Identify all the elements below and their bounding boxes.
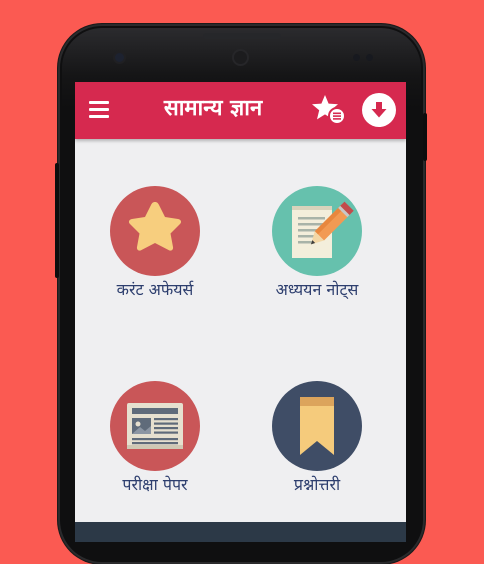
app-bar: सामान्य ज्ञान [75, 82, 406, 139]
tile-label: प्रश्नोत्तरी [293, 475, 341, 494]
tile-exam-paper[interactable]: परीक्षा पेपर [85, 381, 225, 495]
app-title: सामान्य ज्ञान [163, 95, 263, 121]
newspaper-icon [110, 381, 200, 471]
hamburger-menu-icon[interactable] [89, 101, 109, 119]
bookmark-icon [272, 381, 362, 471]
light-sensor [353, 54, 360, 61]
phone-side-button-right [423, 113, 427, 161]
tile-current-affairs[interactable]: करंट अफेयर्स [85, 186, 225, 300]
star-icon [110, 186, 200, 276]
light-sensor-secondary [366, 54, 373, 61]
tile-label: करंट अफेयर्स [116, 280, 194, 299]
bottom-banner [75, 522, 406, 542]
earpiece-speaker [203, 33, 281, 39]
proximity-sensor [234, 51, 247, 64]
tile-study-notes[interactable]: अध्ययन नोट्स [247, 186, 387, 300]
star-list-icon[interactable] [311, 93, 347, 127]
notepad-pencil-icon [272, 186, 362, 276]
download-arrow-icon[interactable] [362, 93, 396, 127]
tile-quiz[interactable]: प्रश्नोत्तरी [247, 381, 387, 495]
front-camera-icon [115, 53, 124, 62]
tile-label: परीक्षा पेपर [122, 475, 188, 494]
tile-label: अध्ययन नोट्स [275, 280, 359, 299]
app-screen: सामान्य ज्ञान करंट अफेयर्स अध्ययन नोट्स … [75, 82, 406, 542]
phone-side-button-left [55, 163, 59, 278]
